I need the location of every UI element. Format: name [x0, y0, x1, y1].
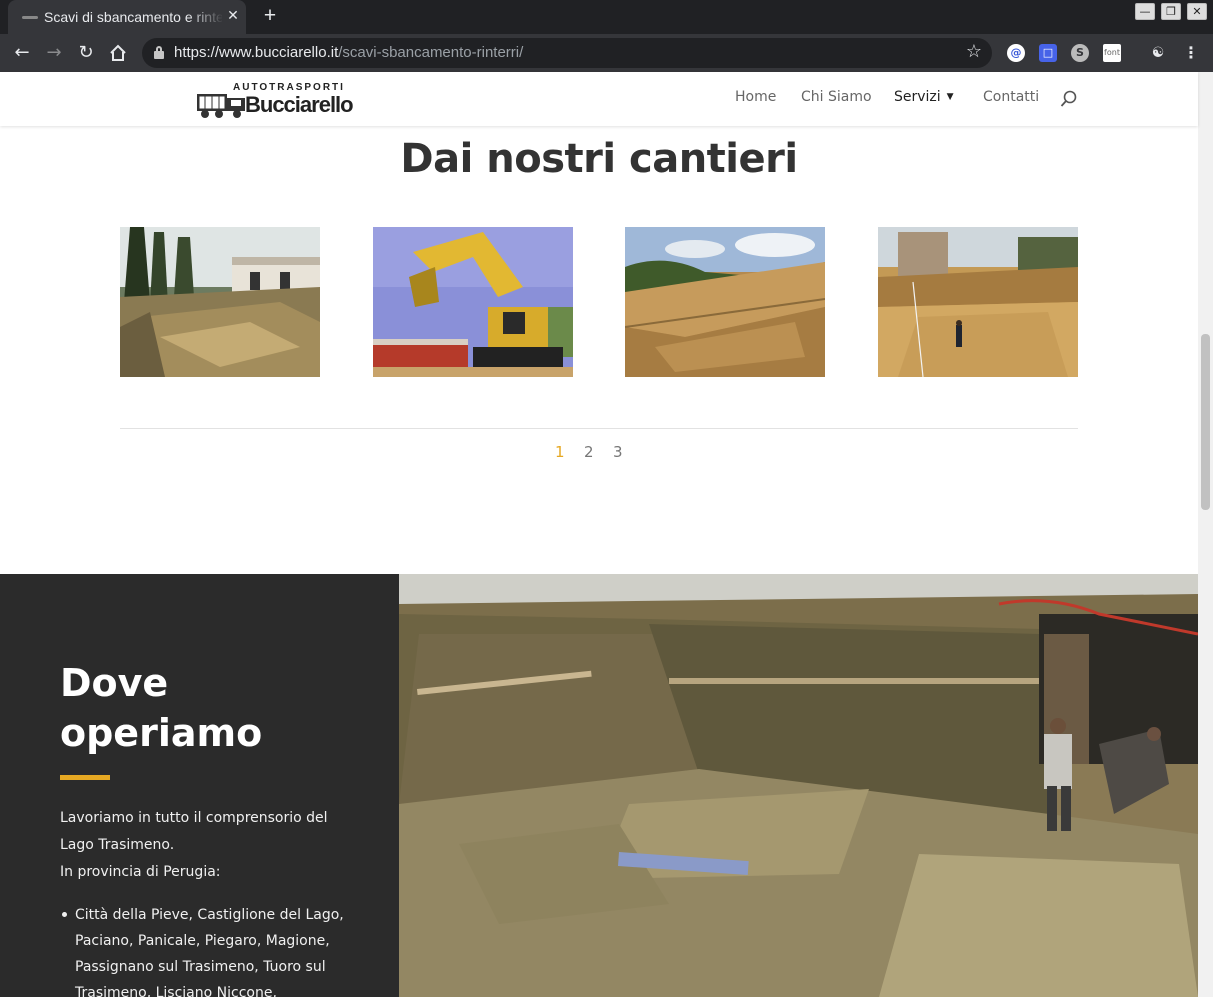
foundation-pit-photo: [878, 227, 1078, 377]
minimize-window-button[interactable]: —: [1135, 3, 1155, 20]
excavator-sky-photo: [373, 227, 573, 377]
sync-icon[interactable]: S: [1071, 44, 1089, 62]
gallery-image-1[interactable]: [120, 227, 320, 377]
close-window-button[interactable]: ✕: [1187, 3, 1207, 20]
pagination-page-2[interactable]: 2: [584, 443, 594, 461]
construction-site-photo: [399, 574, 1198, 997]
home-icon[interactable]: [105, 40, 131, 66]
eye-icon[interactable]: ☯: [1149, 44, 1167, 62]
dove-operiamo-panel: Dove operiamo Lavoriamo in tutto il comp…: [0, 574, 399, 997]
dove-text-line-2: In provincia di Perugia:: [60, 864, 221, 880]
browser-tab[interactable]: Scavi di sbancamento e rinterri ✕: [8, 0, 246, 34]
towns-list: Città della Pieve, Castiglione del Lago,…: [60, 902, 350, 997]
reload-icon[interactable]: ↻: [73, 40, 99, 66]
menu-item-chi-siamo[interactable]: Chi Siamo: [801, 89, 872, 105]
search-icon[interactable]: [1060, 90, 1078, 108]
scrollbar-thumb[interactable]: [1201, 334, 1210, 510]
pagination-page-1[interactable]: 1: [555, 443, 565, 461]
dove-text-line-1: Lavoriamo in tutto il comprensorio del L…: [60, 810, 328, 853]
back-arrow-icon[interactable]: ←: [9, 40, 35, 66]
chevron-down-icon: ▼: [946, 92, 954, 102]
bookmark-star-icon[interactable]: ☆: [966, 41, 982, 62]
menu-icon[interactable]: ⋮: [1182, 44, 1200, 62]
menu-item-servizi-label: Servizi: [894, 89, 941, 105]
tab-title-fade: [188, 6, 224, 28]
title-accent-bar: [60, 775, 110, 780]
logo-title: Bucciarello: [245, 92, 354, 117]
browser-tab-bar: Scavi di sbancamento e rinterri ✕ + — ❐ …: [0, 0, 1213, 34]
dove-operiamo-title: Dove operiamo: [60, 661, 263, 755]
site-logo[interactable]: AUTOTRASPORTI Bucciarello: [195, 82, 355, 122]
url-text[interactable]: https://www.bucciarello.it/scavi-sbancam…: [174, 44, 523, 61]
at-icon[interactable]: @: [1007, 44, 1025, 62]
font-icon[interactable]: font: [1103, 44, 1121, 62]
excavated-slope-photo: [625, 227, 825, 377]
browser-toolbar: ← → ↻ https://www.bucciarello.it/scavi-s…: [0, 34, 1213, 72]
gallery-title: Dai nostri cantieri: [400, 136, 798, 182]
excavation-pit-photo: [399, 574, 1198, 997]
address-bar[interactable]: https://www.bucciarello.it/scavi-sbancam…: [142, 38, 992, 68]
lock-icon: [154, 46, 164, 59]
url-path: /scavi-sbancamento-rinterri/: [338, 44, 524, 61]
close-tab-icon[interactable]: ✕: [224, 6, 242, 26]
gallery-divider: [120, 428, 1078, 429]
restore-window-button[interactable]: ❐: [1161, 3, 1181, 20]
dove-operiamo-text: Lavoriamo in tutto il comprensorio del L…: [60, 805, 360, 886]
menu-item-home[interactable]: Home: [735, 89, 776, 105]
pagination-page-3[interactable]: 3: [613, 443, 623, 461]
menu-item-servizi[interactable]: Servizi ▼: [894, 89, 954, 105]
gallery-image-3[interactable]: [625, 227, 825, 377]
url-domain: https://www.bucciarello.it: [174, 44, 339, 61]
excavation-garden-photo: [120, 227, 320, 377]
list-item: Città della Pieve, Castiglione del Lago,…: [60, 902, 350, 997]
site-header: AUTOTRASPORTI Bucciarello Home Chi Siamo…: [0, 72, 1198, 126]
forward-arrow-icon[interactable]: →: [41, 40, 67, 66]
page-scrollbar[interactable]: [1198, 72, 1213, 997]
gallery-image-4[interactable]: [878, 227, 1078, 377]
tab-favicon-icon: [22, 16, 38, 19]
new-tab-button[interactable]: +: [258, 3, 282, 29]
gallery-image-2[interactable]: [373, 227, 573, 377]
menu-item-contatti[interactable]: Contatti: [983, 89, 1039, 105]
cursor-icon[interactable]: □: [1039, 44, 1057, 62]
